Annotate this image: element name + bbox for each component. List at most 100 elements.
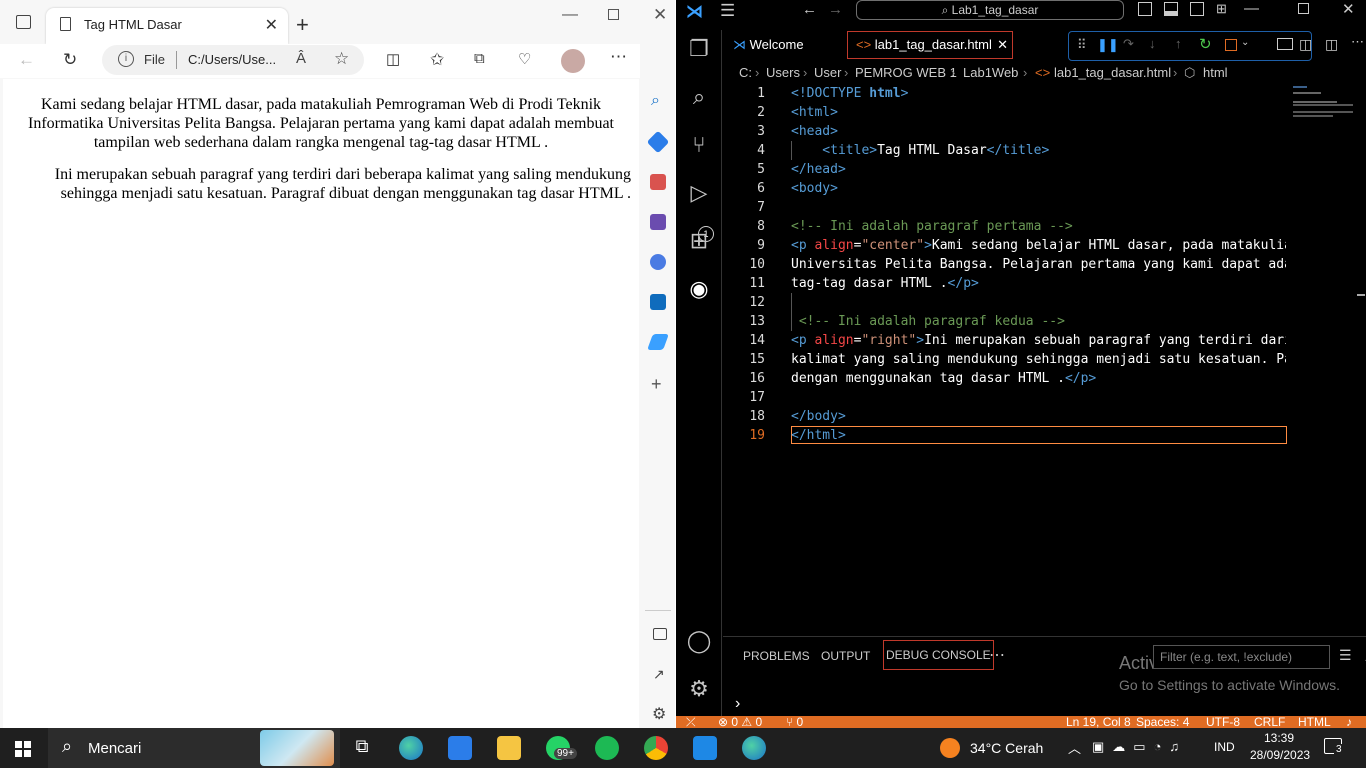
restart-icon[interactable]: ↻ <box>1199 35 1212 53</box>
tab-lab1-tag-dasar[interactable]: <> lab1_tag_dasar.html ✕ <box>847 31 1013 59</box>
clock-time[interactable]: 13:39 <box>1264 731 1294 745</box>
problems-status[interactable]: ⊗ 0 ⚠ 0 <box>718 716 762 728</box>
pause-icon[interactable]: ❚❚ <box>1097 37 1119 53</box>
indent-status[interactable]: Spaces: 4 <box>1136 716 1189 728</box>
browser-tab[interactable]: Tag HTML Dasar ✕ <box>46 8 288 44</box>
stop-dropdown-icon[interactable]: ⌄ <box>1241 37 1249 48</box>
edge-devtools-icon[interactable]: ◉ <box>686 276 712 302</box>
close-window-button[interactable]: ✕ <box>653 5 667 25</box>
taskbar-search[interactable]: ⌕ Mencari <box>48 728 340 768</box>
drag-handle-icon[interactable]: ⠿ <box>1077 37 1087 53</box>
vscode-taskbar-icon[interactable] <box>693 736 717 760</box>
tab-debug-console[interactable]: DEBUG CONSOLE <box>883 640 994 670</box>
minimap[interactable] <box>1293 84 1357 144</box>
run-debug-icon[interactable]: ▷ <box>686 180 712 206</box>
edge-dev-taskbar-icon[interactable] <box>742 736 766 760</box>
cursor-position[interactable]: Ln 19, Col 8 <box>1066 716 1131 728</box>
favorite-star-icon[interactable]: ☆ <box>334 49 349 69</box>
breadcrumb-item[interactable]: html <box>1203 62 1228 84</box>
breadcrumb-item[interactable]: User <box>814 62 841 84</box>
breadcrumb-item[interactable]: lab1_tag_dasar.html <box>1054 62 1171 84</box>
send-icon[interactable] <box>647 334 669 350</box>
maximize-button[interactable] <box>608 9 619 20</box>
new-tab-button[interactable]: + <box>296 12 309 38</box>
menu-icon[interactable]: ☰ <box>720 1 735 21</box>
breadcrumb-item[interactable]: PEMROG WEB 1 <box>855 62 957 84</box>
open-preview-icon[interactable]: ◫ <box>1299 36 1312 53</box>
clear-console-icon[interactable]: ☰ <box>1339 647 1352 664</box>
toggle-sidebar-icon[interactable] <box>1138 2 1152 16</box>
extensions-icon[interactable]: ⊞ <box>686 228 712 254</box>
eol-status[interactable]: CRLF <box>1254 716 1285 728</box>
step-into-icon[interactable]: ↓ <box>1149 36 1156 51</box>
accounts-icon[interactable]: ◯ <box>686 628 712 654</box>
open-external-icon[interactable]: ↗ <box>653 666 665 683</box>
favorites-icon[interactable]: ✩ <box>430 50 444 70</box>
code-editor[interactable]: 1 2 3 4 5 6 7 8 9 10 11 12 13 14 15 16 1… <box>723 84 1366 636</box>
stop-icon[interactable] <box>1225 39 1237 51</box>
start-button[interactable] <box>15 741 31 757</box>
vscode-minimize-button[interactable]: — <box>1244 0 1259 17</box>
command-center[interactable]: ⌕ Lab1_tag_dasar <box>856 0 1124 20</box>
toggle-panel-icon[interactable] <box>1164 2 1178 16</box>
source-control-icon[interactable]: ⑂ <box>686 132 712 158</box>
breadcrumb-item[interactable]: Users <box>766 62 800 84</box>
console-prompt-icon[interactable]: › <box>735 695 740 713</box>
search-icon[interactable]: ⌕ <box>651 92 660 110</box>
refresh-icon[interactable]: ↻ <box>63 50 77 70</box>
info-icon[interactable]: i <box>118 51 134 67</box>
games-icon[interactable] <box>650 214 666 230</box>
clock-date[interactable]: 28/09/2023 <box>1250 748 1310 762</box>
step-over-icon[interactable]: ↷ <box>1123 36 1134 52</box>
profile-avatar[interactable] <box>561 49 585 73</box>
office-icon[interactable] <box>650 254 666 270</box>
inspect-icon[interactable] <box>1277 38 1293 50</box>
edge-taskbar-icon[interactable] <box>399 736 423 760</box>
explorer-icon[interactable]: ❐ <box>686 36 712 62</box>
step-out-icon[interactable]: ↑ <box>1175 36 1182 51</box>
search-icon[interactable]: ⌕ <box>686 84 712 110</box>
settings-gear-icon[interactable]: ⚙ <box>652 704 666 724</box>
read-aloud-icon[interactable]: Â <box>296 50 306 67</box>
close-tab-icon[interactable]: ✕ <box>997 32 1008 58</box>
more-actions-icon[interactable]: ⋯ <box>1351 34 1364 50</box>
language-status[interactable]: HTML <box>1298 716 1331 728</box>
encoding-status[interactable]: UTF-8 <box>1206 716 1240 728</box>
panel-more-icon[interactable]: ⋯ <box>989 645 1005 665</box>
outlook-icon[interactable] <box>650 294 666 310</box>
tab-welcome[interactable]: ⋊ Welcome <box>733 30 804 60</box>
shopping-tag-icon[interactable] <box>646 130 670 154</box>
tray-overflow-icon[interactable]: ︿ <box>1068 738 1081 757</box>
tab-output[interactable]: OUTPUT <box>821 649 870 663</box>
nav-back-icon[interactable]: ← <box>802 1 817 18</box>
manage-gear-icon[interactable]: ⚙ <box>686 676 712 702</box>
chrome-icon[interactable] <box>644 736 668 760</box>
collections-icon[interactable]: ⧉ <box>474 50 485 67</box>
sidebar-panel-icon[interactable] <box>653 628 667 640</box>
file-explorer-icon[interactable] <box>497 736 521 760</box>
split-screen-icon[interactable]: ◫ <box>386 50 400 68</box>
tray-icons[interactable]: ▣☁▭◔♫ <box>1092 739 1187 755</box>
address-bar[interactable]: i File C:/Users/Use... Â ☆ <box>102 45 364 75</box>
minimize-button[interactable]: — <box>562 6 578 24</box>
spotify-icon[interactable] <box>595 736 619 760</box>
weather-text[interactable]: 34°C Cerah <box>970 740 1043 756</box>
debug-filter-input[interactable]: Filter (e.g. text, !exclude) <box>1153 645 1330 669</box>
tools-icon[interactable] <box>650 174 666 190</box>
task-view-icon[interactable]: ⧉ <box>350 736 374 760</box>
address-url[interactable]: C:/Users/Use... <box>188 52 276 67</box>
back-arrow-icon[interactable]: ← <box>18 50 35 70</box>
vscode-maximize-button[interactable] <box>1298 3 1309 14</box>
browser-essentials-icon[interactable]: ♡ <box>518 50 531 68</box>
breadcrumb-item[interactable]: C: <box>739 62 752 84</box>
close-tab-icon[interactable]: ✕ <box>265 15 278 35</box>
split-editor-icon[interactable]: ◫ <box>1325 36 1338 53</box>
add-sidebar-icon[interactable]: + <box>651 374 662 395</box>
input-language[interactable]: IND <box>1214 740 1235 754</box>
ports-status[interactable]: ⑂ 0 <box>786 716 803 728</box>
breadcrumb-item[interactable]: Lab1Web <box>963 62 1018 84</box>
remote-icon[interactable]: ⤫ <box>686 716 696 728</box>
more-menu-icon[interactable]: ⋯ <box>610 47 627 67</box>
notifications-bell-icon[interactable]: ♪ <box>1346 716 1352 728</box>
customize-layout-icon[interactable]: ⊞ <box>1216 1 1227 17</box>
